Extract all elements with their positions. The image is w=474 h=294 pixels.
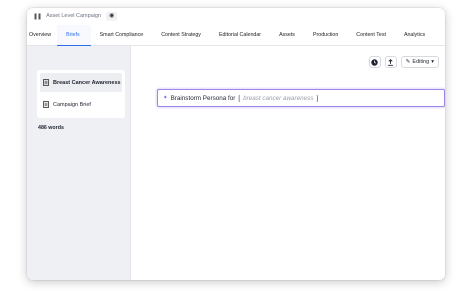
pencil-icon: ✎: [405, 59, 411, 65]
prompt-text: Brainstorm Persona for: [170, 94, 236, 102]
editing-mode-label: Editing: [412, 59, 430, 65]
brief-item-label: Breast Cancer Awareness: [53, 79, 121, 86]
editing-mode-dropdown[interactable]: ✎ Editing ▾: [400, 56, 439, 68]
editor-toolbar: ✎ Editing ▾: [368, 56, 439, 68]
upload-icon: [388, 58, 394, 66]
tab-overview[interactable]: Overview: [27, 25, 57, 46]
tab-analytics[interactable]: Analytics: [395, 25, 434, 46]
document-icon: [43, 79, 49, 86]
tab-content-strategy[interactable]: Content Strategy: [152, 25, 210, 46]
history-button[interactable]: [368, 56, 381, 68]
sparkle-icon: ✦: [163, 95, 168, 101]
tab-production[interactable]: Production: [304, 25, 347, 46]
tab-content-test[interactable]: Content Test: [347, 25, 395, 46]
prompt-variable-placeholder[interactable]: breast cancer awareness: [243, 95, 313, 102]
app-window: ❚❚ Asset Level Campaign ◉ Overview Brief…: [27, 8, 445, 280]
document-icon: [43, 101, 49, 108]
brief-item-breast-cancer-awareness[interactable]: Breast Cancer Awareness: [40, 73, 122, 92]
export-button[interactable]: [384, 56, 397, 68]
campaign-title: Asset Level Campaign: [46, 13, 102, 19]
pause-icon[interactable]: ❚❚: [33, 13, 42, 20]
title-strip: ❚❚ Asset Level Campaign ◉: [27, 8, 445, 24]
sidebar: Breast Cancer Awareness Campaign Brief 4…: [27, 46, 131, 280]
word-count: 486 words: [38, 125, 64, 131]
prompt-open-bracket: [: [238, 94, 241, 102]
tab-assets[interactable]: Assets: [270, 25, 304, 46]
clock-icon: [371, 58, 379, 66]
brief-item-label: Campaign Brief: [53, 101, 91, 108]
brief-item-campaign-brief[interactable]: Campaign Brief: [40, 95, 122, 114]
prompt-close-bracket: ]: [316, 94, 319, 102]
brief-list: Breast Cancer Awareness Campaign Brief: [37, 70, 125, 118]
tab-bar: Overview Briefs Smart Compliance Content…: [27, 24, 445, 46]
tab-smart-compliance[interactable]: Smart Compliance: [91, 25, 153, 46]
tab-editorial-calendar[interactable]: Editorial Calendar: [210, 25, 270, 46]
eye-icon[interactable]: ◉: [106, 11, 118, 21]
prompt-input[interactable]: ✦ Brainstorm Persona for [ breast cancer…: [157, 89, 445, 107]
caret-down-icon: ▾: [431, 59, 434, 65]
tab-briefs[interactable]: Briefs: [57, 24, 91, 46]
